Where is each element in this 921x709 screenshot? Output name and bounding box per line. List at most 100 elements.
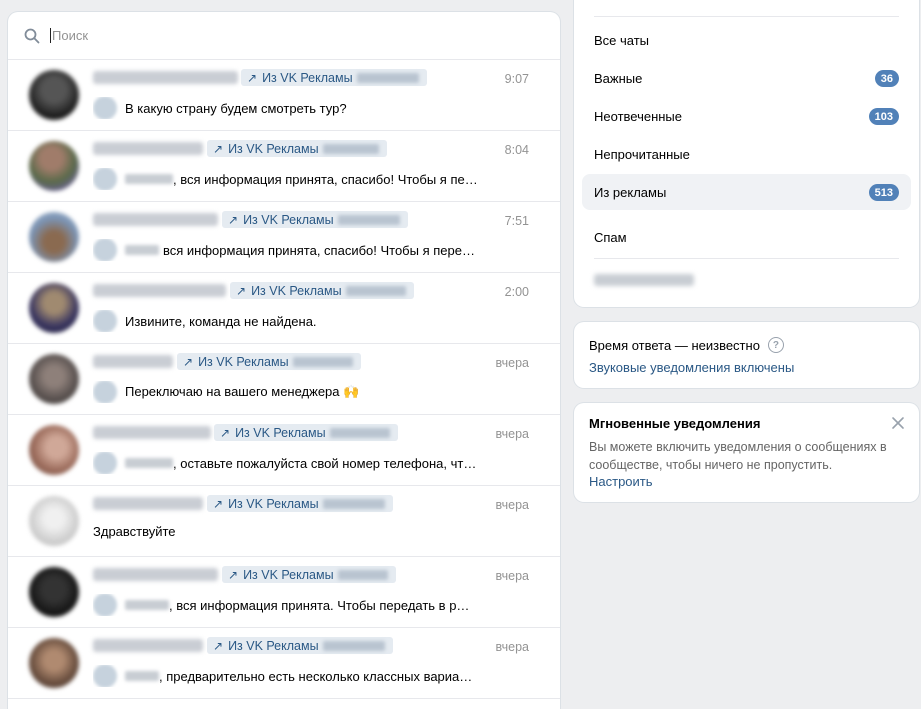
ad-source-tag[interactable]: ↗ Из VK Рекламы [241, 69, 427, 86]
message-preview: В какую страну будем смотреть тур? [93, 97, 480, 119]
message-preview: , вся информация принята. Чтобы передать… [93, 594, 480, 616]
folder-label: Непрочитанные [594, 146, 690, 162]
avatar [29, 567, 79, 617]
avatar [29, 283, 79, 333]
sender-mini-avatar [93, 381, 117, 403]
search-input[interactable] [50, 28, 490, 43]
ad-source-tag[interactable]: ↗ Из VK Рекламы [222, 211, 408, 228]
external-arrow-icon: ↗ [236, 283, 247, 298]
conversation-row[interactable]: ↗ Из VK Рекламы вчера Здравствуйте [8, 486, 560, 557]
folder-unanswered[interactable]: Неотвеченные 103 [582, 98, 911, 134]
folder-spam[interactable]: Спам [582, 219, 911, 255]
message-time: вчера [495, 427, 529, 441]
avatar [29, 425, 79, 475]
contact-name-blurred [93, 284, 226, 297]
ad-source-tag[interactable]: ↗ Из VK Рекламы [214, 424, 398, 441]
avatar [29, 141, 79, 191]
response-time: Время ответа — неизвестно ? [589, 337, 784, 353]
count-badge: 513 [868, 184, 899, 201]
message-time: 7:51 [504, 214, 529, 228]
folder-label: Спам [594, 229, 627, 245]
instant-notifications-panel: Мгновенные уведомления Вы можете включит… [574, 403, 919, 502]
message-time: вчера [495, 356, 529, 370]
setup-link[interactable]: Настроить [589, 474, 653, 489]
folder-all-chats[interactable]: Все чаты [582, 22, 911, 58]
external-arrow-icon: ↗ [228, 212, 239, 227]
folder-unread[interactable]: Непрочитанные [582, 136, 911, 172]
avatar [29, 212, 79, 262]
message-time: 8:04 [504, 143, 529, 157]
conversation-row[interactable]: ↗ Из VK Рекламы 9:07 В какую страну будем… [8, 60, 560, 131]
folders-panel: Все чаты Важные 36 Неотвеченные 103 Непр… [574, 0, 919, 307]
conversation-row[interactable]: ↗ Из VK Рекламы вчера Переключаю на вашег… [8, 344, 560, 415]
ad-source-tag[interactable]: ↗ Из VK Рекламы [207, 637, 393, 654]
avatar [29, 354, 79, 404]
conversation-row[interactable]: ↗ Из VK Рекламы 8:04 , вся информация при… [8, 131, 560, 202]
sender-mini-avatar [93, 239, 117, 261]
contact-name-blurred [93, 71, 238, 84]
help-icon[interactable]: ? [767, 337, 784, 353]
conversation-row[interactable]: ↗ Из VK Рекламы вчера , вся информация пр… [8, 557, 560, 628]
message-time: 2:00 [504, 285, 529, 299]
response-time-text: Время ответа — неизвестно [589, 337, 760, 353]
message-preview: , предварительно есть несколько классных… [93, 665, 480, 687]
message-preview: , вся информация принята, спасибо! Чтобы… [93, 168, 480, 190]
hidden-folder-item[interactable] [594, 274, 694, 286]
folder-important[interactable]: Важные 36 [582, 60, 911, 96]
sender-mini-avatar [93, 452, 117, 474]
external-arrow-icon: ↗ [247, 70, 258, 85]
message-time: 9:07 [504, 72, 529, 86]
contact-name-blurred [93, 497, 203, 510]
external-arrow-icon: ↗ [183, 354, 194, 369]
panel-title: Мгновенные уведомления [589, 416, 761, 431]
count-badge: 103 [868, 108, 899, 125]
folder-label: Важные [594, 70, 643, 86]
external-arrow-icon: ↗ [228, 567, 239, 582]
external-arrow-icon: ↗ [213, 638, 224, 653]
avatar [29, 496, 79, 546]
close-icon[interactable] [890, 415, 906, 431]
message-preview: Извините, команда не найдена. [93, 310, 480, 332]
sender-mini-avatar [93, 310, 117, 332]
folder-from-ads[interactable]: Из рекламы 513 [582, 174, 911, 210]
sender-mini-avatar [93, 665, 117, 687]
panel-description: Вы можете включить уведомления о сообщен… [589, 440, 887, 472]
message-preview: , оставьте пожалуйста свой номер телефон… [93, 452, 480, 474]
message-time: вчера [495, 498, 529, 512]
divider [594, 258, 899, 259]
contact-name-blurred [93, 639, 203, 652]
external-arrow-icon: ↗ [213, 141, 224, 156]
message-preview: вся информация принята, спасибо! Чтобы я… [93, 239, 480, 261]
folder-label: Из рекламы [594, 184, 667, 200]
count-badge: 36 [874, 70, 899, 87]
ad-source-tag[interactable]: ↗ Из VK Рекламы [222, 566, 396, 583]
contact-name-blurred [93, 355, 173, 368]
sender-mini-avatar [93, 594, 117, 616]
ad-source-tag[interactable]: ↗ Из VK Рекламы [230, 282, 414, 299]
divider [594, 16, 899, 17]
conversation-row[interactable]: ↗ Из VK Рекламы 7:51 вся информация приня… [8, 202, 560, 273]
ad-source-tag[interactable]: ↗ Из VK Рекламы [207, 495, 393, 512]
conversations-panel: ↗Из VK Рекламы 9:07 В какую страну будем… [8, 12, 560, 709]
message-time: вчера [495, 640, 529, 654]
sender-mini-avatar [93, 168, 117, 190]
conversation-row[interactable]: ↗ Из VK Рекламы вчера , предварительно ес… [8, 628, 560, 699]
ad-source-tag[interactable]: ↗ Из VK Рекламы [177, 353, 361, 370]
contact-name-blurred [93, 142, 203, 155]
folder-label: Все чаты [594, 32, 650, 48]
contact-name-blurred [93, 568, 218, 581]
contact-name-blurred [93, 426, 211, 439]
search-bar[interactable] [8, 12, 560, 60]
conversation-row[interactable]: ↗ Из VK Рекламы 2:00 Извините, команда не… [8, 273, 560, 344]
response-info-panel: Время ответа — неизвестно ? Звуковые уве… [574, 322, 919, 388]
sound-notifications-link[interactable]: Звуковые уведомления включены [589, 360, 794, 375]
message-preview: Переключаю на вашего менеджера 🙌 [93, 381, 480, 403]
external-arrow-icon: ↗ [213, 496, 224, 511]
conversation-row[interactable]: ↗ Из VK Рекламы вчера , оставьте пожалуйс… [8, 415, 560, 486]
message-preview: Здравствуйте [93, 524, 176, 539]
search-icon [24, 28, 40, 43]
ad-source-tag[interactable]: ↗ Из VK Рекламы [207, 140, 387, 157]
folder-label: Неотвеченные [594, 108, 683, 124]
avatar [29, 70, 79, 120]
avatar [29, 638, 79, 688]
